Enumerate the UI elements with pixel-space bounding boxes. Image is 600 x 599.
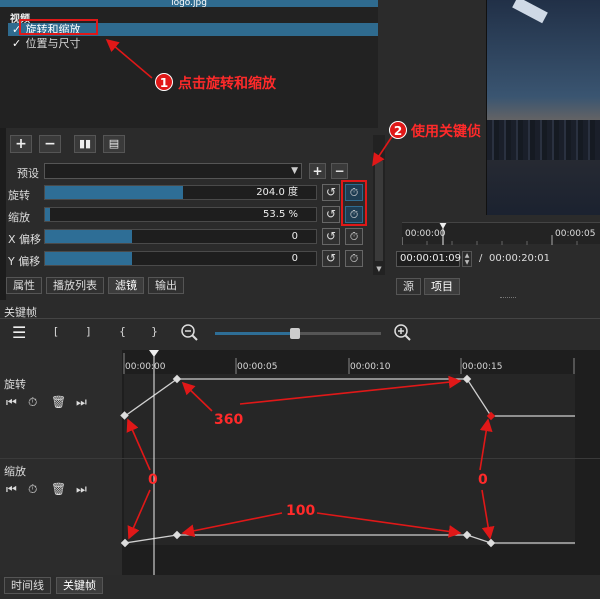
annotation-value-100: 100 bbox=[286, 503, 316, 519]
annotation-value-360: 360 bbox=[214, 412, 244, 428]
annotation-step-1-text: 点击旋转和缩放 bbox=[178, 76, 276, 92]
annotation-value-0-left: 0 bbox=[148, 472, 158, 488]
tab-keyframes[interactable]: 关键帧 bbox=[56, 577, 103, 594]
tab-timeline[interactable]: 时间线 bbox=[4, 577, 51, 594]
annotation-value-0-right: 0 bbox=[478, 472, 488, 488]
annotation-step-2-badge: 2 bbox=[389, 121, 407, 139]
annotation-step-2-text: 使用关键侦 bbox=[411, 124, 481, 140]
annotation-step-1-badge: 1 bbox=[155, 73, 173, 91]
